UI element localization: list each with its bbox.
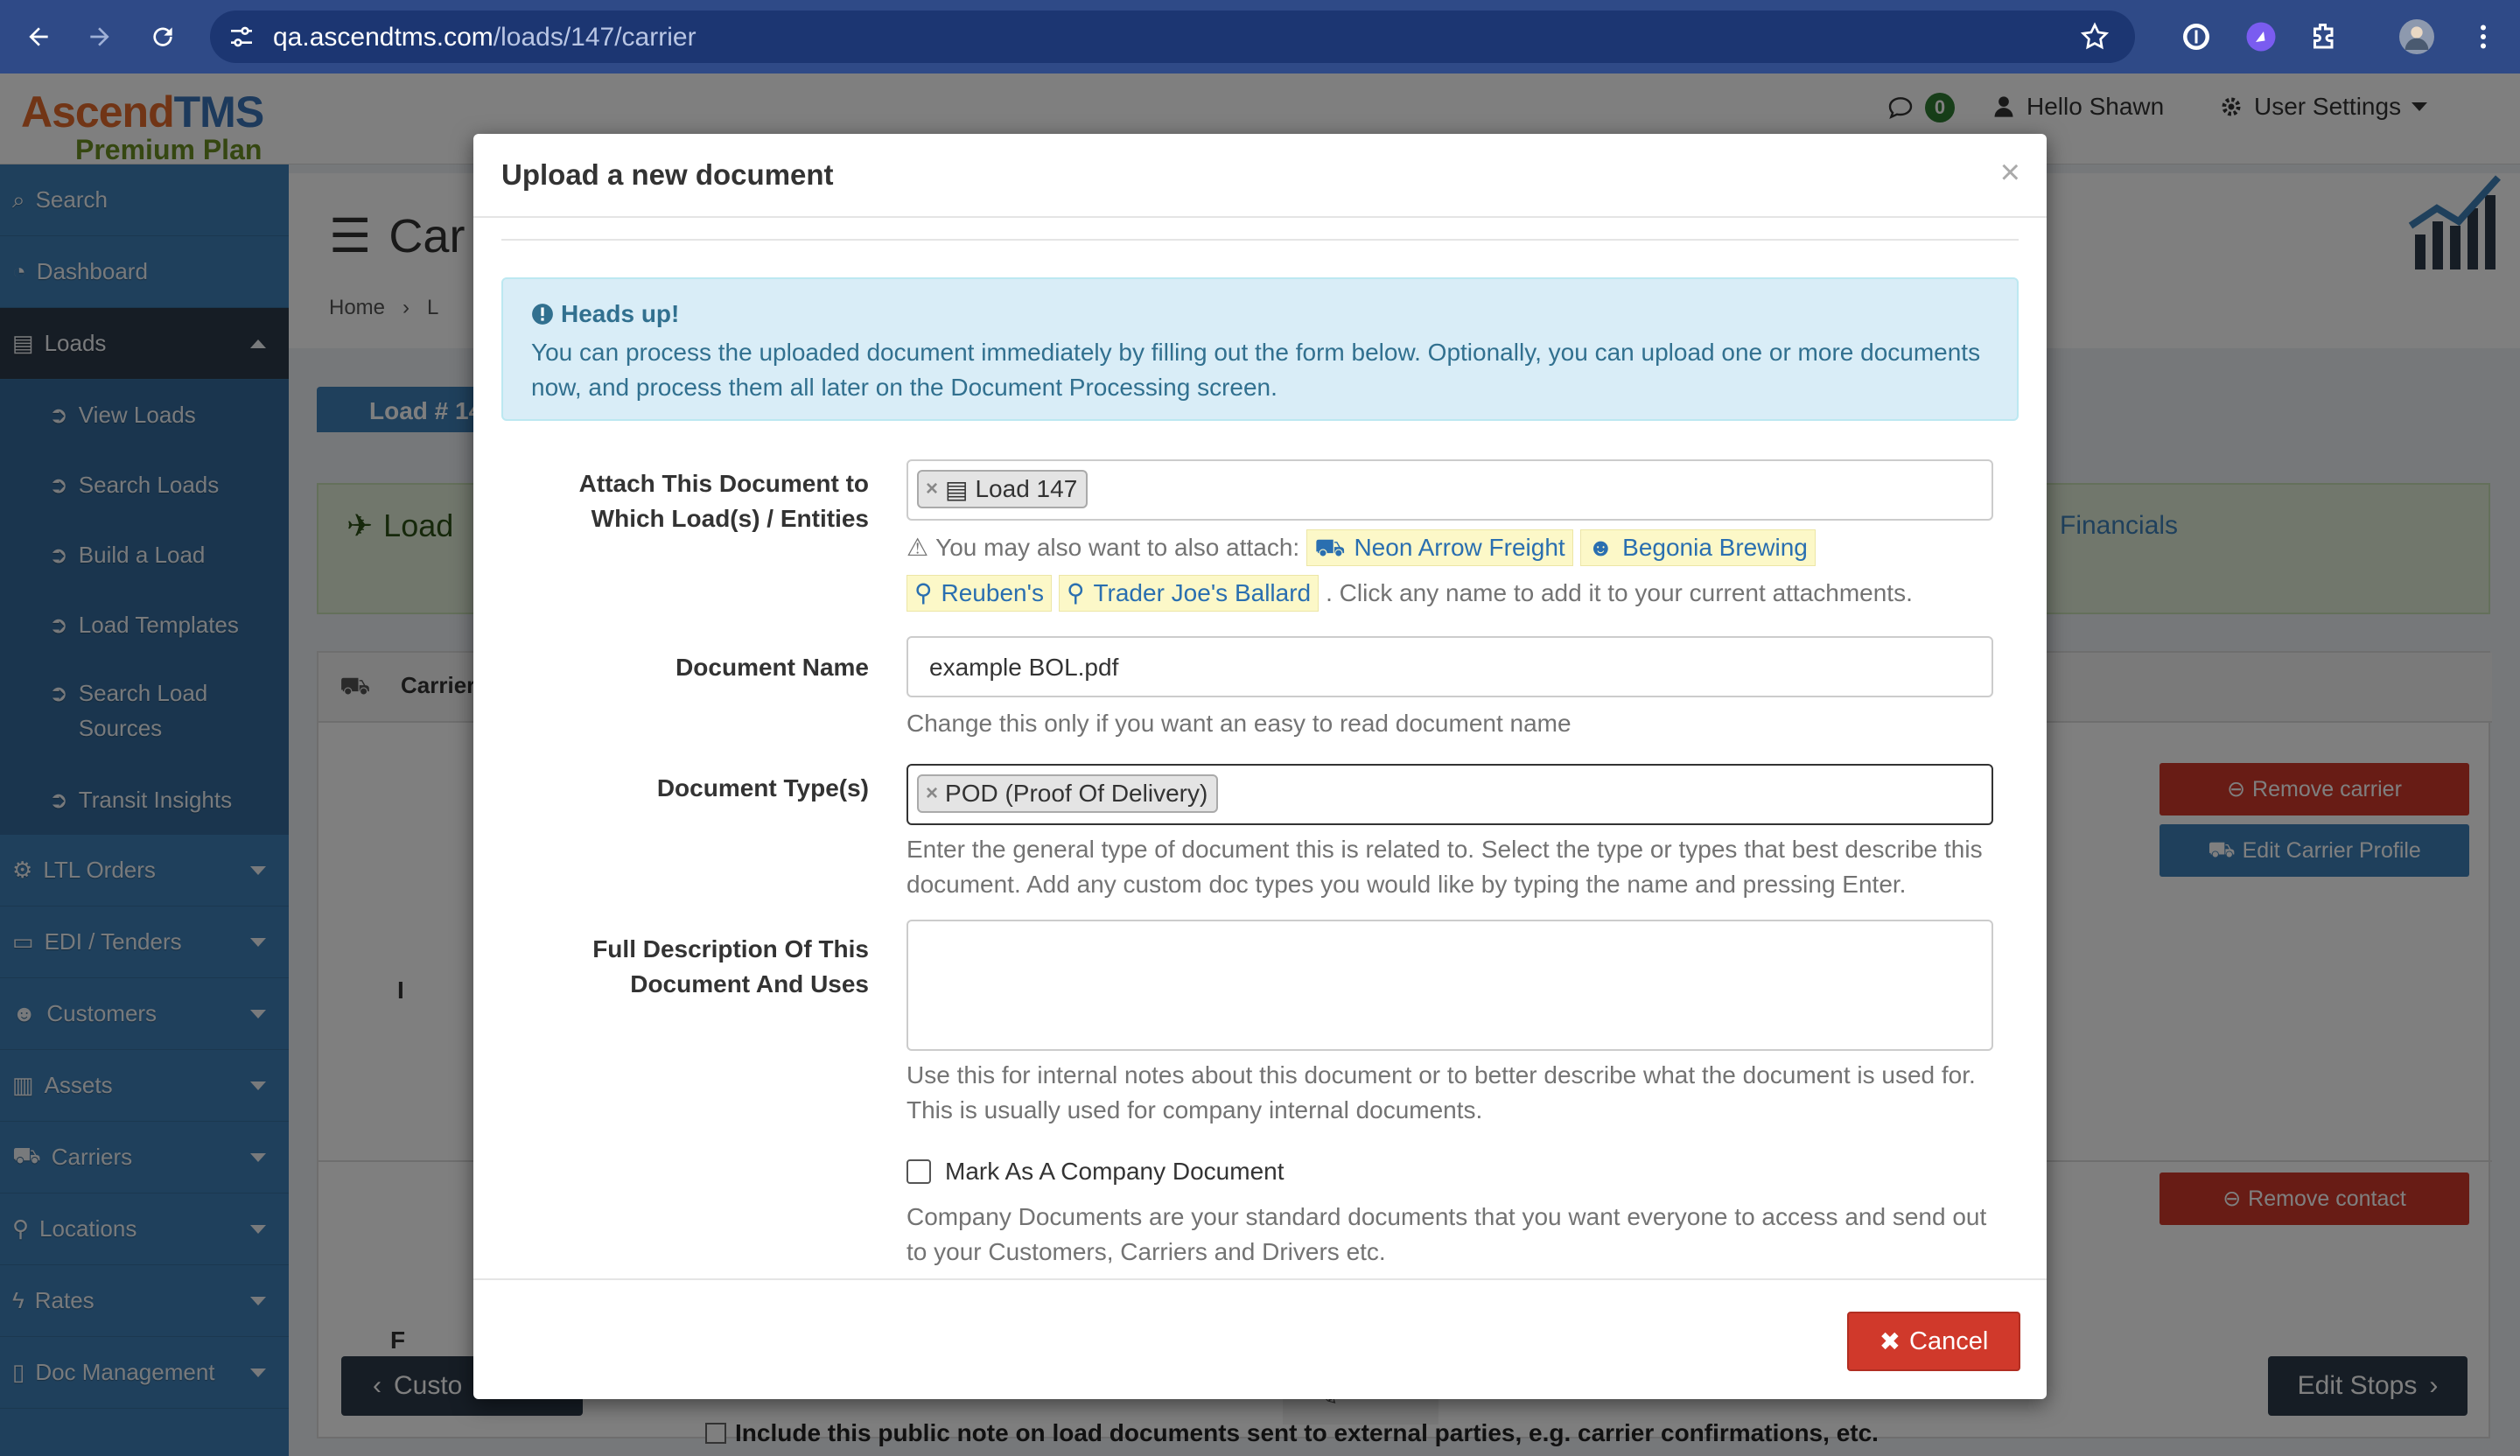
browser-toolbar: qa.ascendtms.com/loads/147/carrier [0, 0, 2520, 74]
divider [501, 239, 2019, 241]
password-manager-icon[interactable] [2179, 19, 2214, 54]
doc-type-label: Document Type(s) [656, 774, 869, 802]
company-document-option[interactable]: Mark As A Company Document [906, 1158, 1284, 1186]
site-settings-icon[interactable] [228, 23, 256, 51]
attach-suggestions: ⚠ You may also want to also attach: ⛟ Neo… [906, 529, 1816, 566]
company-document-checkbox[interactable] [906, 1159, 931, 1184]
close-icon[interactable]: × [2000, 155, 2020, 190]
puzzle-icon[interactable] [2306, 19, 2342, 54]
truck-icon: ⛟ [1314, 534, 1346, 561]
description-help: Use this for internal notes about this d… [906, 1061, 1976, 1124]
doc-name-input[interactable]: example BOL.pdf [906, 636, 1993, 697]
attach-label: Attach This Document to Which Load(s) / … [578, 470, 869, 532]
suggestion-chip-location[interactable]: ⚲ Reuben's [906, 575, 1052, 612]
exclamation-circle-icon [532, 304, 553, 325]
attach-entities-input[interactable]: × ▤ Load 147 [906, 459, 1993, 521]
users-icon: ☻ [1587, 534, 1614, 561]
suggestion-chip-location[interactable]: ⚲ Trader Joe's Ballard [1058, 575, 1320, 612]
modal-title: Upload a new document [501, 158, 834, 191]
upload-document-modal: Upload a new document × Heads up! You ca… [473, 134, 2047, 1399]
modal-footer: ✖ Cancel [473, 1278, 2047, 1399]
doc-name-label: Document Name [676, 654, 869, 681]
suggestion-chip-carrier[interactable]: ⛟ Neon Arrow Freight [1306, 529, 1573, 566]
doc-name-help: Change this only if you want an easy to … [906, 710, 1572, 737]
description-textarea[interactable] [906, 920, 1993, 1051]
forward-icon[interactable] [79, 16, 121, 58]
extension-icon[interactable] [2244, 19, 2278, 54]
bookmark-star-icon[interactable] [2079, 21, 2110, 52]
attachment-tag: × ▤ Load 147 [917, 470, 1088, 508]
back-icon[interactable] [18, 16, 60, 58]
alert-body: You can process the uploaded document im… [531, 339, 1981, 401]
doc-type-help: Enter the general type of document this … [906, 836, 1983, 898]
browser-menu-icon[interactable] [2466, 19, 2501, 54]
profile-avatar[interactable] [2399, 19, 2434, 54]
close-icon: ✖ [1879, 1327, 1901, 1356]
cancel-button[interactable]: ✖ Cancel [1847, 1312, 2020, 1371]
company-document-help: Company Documents are your standard docu… [906, 1203, 1987, 1265]
warning-icon: ⚠ [906, 534, 929, 561]
url-text: qa.ascendtms.com/loads/147/carrier [273, 23, 696, 52]
modal-header: Upload a new document × [473, 134, 2047, 218]
info-alert: Heads up! You can process the uploaded d… [501, 277, 2019, 421]
alert-title: Heads up! [531, 300, 679, 328]
description-label: Full Description Of This Document And Us… [592, 935, 869, 998]
attach-suggestions-cont: ⚲ Reuben's ⚲ Trader Joe's Ballard . Click … [906, 575, 1913, 612]
reload-icon[interactable] [142, 16, 184, 58]
suggestion-chip-customer[interactable]: ☻ Begonia Brewing [1579, 529, 1816, 566]
remove-tag-icon[interactable]: × [926, 477, 938, 501]
address-bar[interactable]: qa.ascendtms.com/loads/147/carrier [210, 10, 2135, 63]
list-icon: ▤ [945, 475, 969, 503]
doc-type-input[interactable]: × POD (Proof Of Delivery) [906, 764, 1993, 825]
pin-icon: ⚲ [914, 579, 933, 606]
remove-tag-icon[interactable]: × [926, 781, 938, 806]
doc-type-tag: × POD (Proof Of Delivery) [917, 774, 1219, 813]
pin-icon: ⚲ [1066, 579, 1085, 606]
